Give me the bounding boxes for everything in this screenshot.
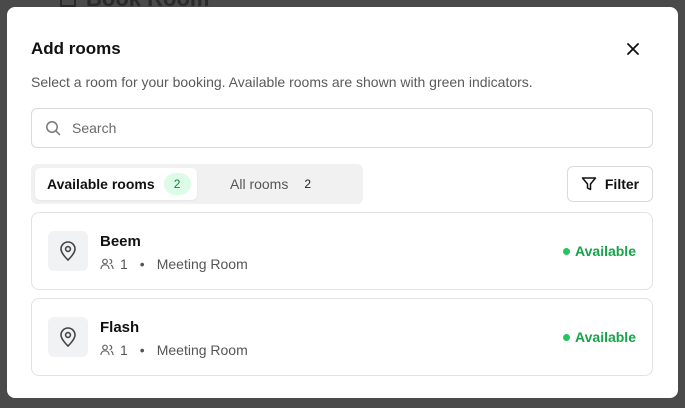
meta-separator: • [139,342,145,358]
users-icon [100,258,114,270]
tab-available-rooms[interactable]: Available rooms 2 [35,168,197,200]
room-meta: 1 • Meeting Room [100,342,248,358]
count-badge: 2 [304,177,312,191]
search-icon [44,119,62,137]
map-pin-icon [60,327,76,347]
room-meta: 1 • Meeting Room [100,256,248,272]
filter-button[interactable]: Filter [567,166,653,202]
meta-separator: • [139,256,145,272]
tab-label: All rooms [230,176,289,192]
tab-label: Available rooms [47,176,155,192]
count-badge: 2 [163,173,191,195]
status-dot [563,247,571,255]
dialog-close-button[interactable] [623,39,643,59]
map-pin-icon [60,241,76,261]
dialog-description: Select a room for your booking. Availabl… [31,74,533,90]
users-icon [100,344,114,356]
room-name: Beem [100,233,141,250]
filter-icon [581,177,597,191]
room-card-beem[interactable]: Beem 1 • Meeting Room Available [31,212,653,290]
room-capacity: 1 [120,256,128,272]
status-label: Available [575,329,636,345]
room-type: Meeting Room [156,342,248,358]
status-dot [563,333,571,341]
room-tabs: Available rooms 2 All rooms 2 [31,164,363,204]
filter-label: Filter [604,176,640,192]
room-card-flash[interactable]: Flash 1 • Meeting Room Available [31,298,653,376]
dialog-title: Add rooms [31,39,121,58]
close-icon [627,43,639,55]
tab-all-rooms[interactable]: All rooms 2 [197,168,357,200]
room-status: Available [563,243,636,259]
room-type: Meeting Room [156,256,248,272]
status-label: Available [575,243,636,259]
room-icon-box [48,231,88,271]
add-rooms-dialog: Add rooms Select a room for your booking… [7,7,678,398]
room-capacity: 1 [120,342,128,358]
room-name: Flash [100,319,140,336]
search-box[interactable] [31,108,653,148]
room-status: Available [563,329,636,345]
search-input[interactable] [72,110,652,146]
room-icon-box [48,317,88,357]
